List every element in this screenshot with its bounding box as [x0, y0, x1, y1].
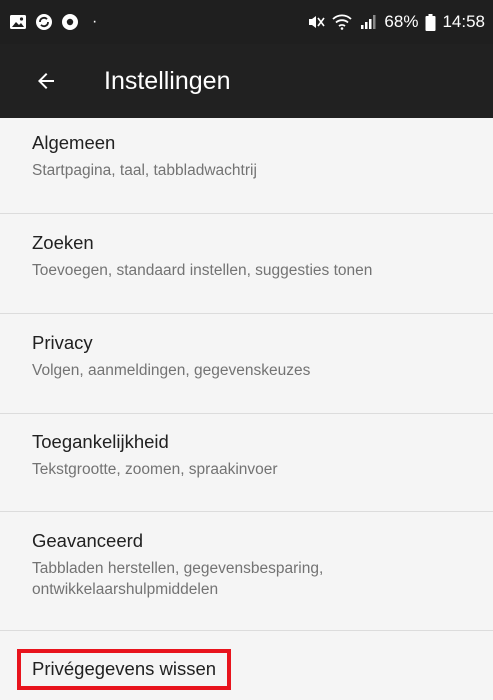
app-bar: Instellingen	[0, 44, 493, 118]
settings-item-title: Zoeken	[32, 232, 94, 253]
status-bar: · 68% 14:58	[0, 0, 493, 44]
settings-item-title: Toegankelijkheid	[32, 431, 169, 452]
page-title: Instellingen	[104, 66, 231, 95]
settings-item-advanced[interactable]: Geavanceerd Tabbladen herstellen, gegeve…	[0, 512, 493, 631]
settings-item-summary-line: Tabbladen herstellen, gegevensbesparing,	[32, 560, 324, 577]
settings-item-title: Geavanceerd	[32, 530, 144, 551]
settings-item-summary: Volgen, aanmeldingen, gegevenskeuzes	[32, 362, 311, 379]
settings-item-title: Privacy	[32, 332, 93, 353]
arrow-left-icon	[38, 73, 54, 89]
settings-item-summary-line: ontwikkelaarshulpmiddelen	[32, 581, 219, 598]
status-bar-right: 68% 14:58	[306, 12, 485, 32]
record-icon	[60, 12, 80, 32]
settings-list: Algemeen Startpagina, taal, tabbladwacht…	[0, 118, 493, 700]
battery-icon	[424, 12, 436, 32]
back-button[interactable]	[30, 65, 62, 97]
sync-icon	[34, 12, 54, 32]
settings-screen: · 68% 14:58 Instellingen Algemeen Startp…	[0, 0, 493, 700]
clock: 14:58	[442, 12, 485, 31]
settings-item-general[interactable]: Algemeen Startpagina, taal, tabbladwacht…	[0, 118, 493, 214]
notification-dot: ·	[92, 13, 98, 30]
settings-item-summary: Toevoegen, standaard instellen, suggesti…	[32, 262, 373, 279]
settings-item-title: Algemeen	[32, 132, 116, 153]
gallery-icon	[8, 12, 28, 32]
settings-item-summary: Startpagina, taal, tabbladwachtrij	[32, 162, 257, 179]
settings-item-accessibility[interactable]: Toegankelijkheid Tekstgrootte, zoomen, s…	[0, 414, 493, 512]
wifi-icon	[332, 12, 353, 32]
mute-icon	[306, 12, 326, 32]
battery-percent: 68%	[384, 12, 419, 31]
settings-item-title: Privégegevens wissen	[32, 658, 217, 679]
settings-item-clear-private-data[interactable]: Privégegevens wissen	[0, 631, 493, 700]
status-bar-left: ·	[8, 12, 97, 32]
settings-item-summary: Tabbladen herstellen, gegevensbesparing,…	[32, 558, 461, 600]
settings-item-search[interactable]: Zoeken Toevoegen, standaard instellen, s…	[0, 214, 493, 314]
settings-item-summary: Tekstgrootte, zoomen, spraakinvoer	[32, 461, 278, 478]
highlight-box: Privégegevens wissen	[17, 649, 232, 690]
settings-item-privacy[interactable]: Privacy Volgen, aanmeldingen, gegevenske…	[0, 314, 493, 414]
signal-icon	[358, 12, 378, 32]
